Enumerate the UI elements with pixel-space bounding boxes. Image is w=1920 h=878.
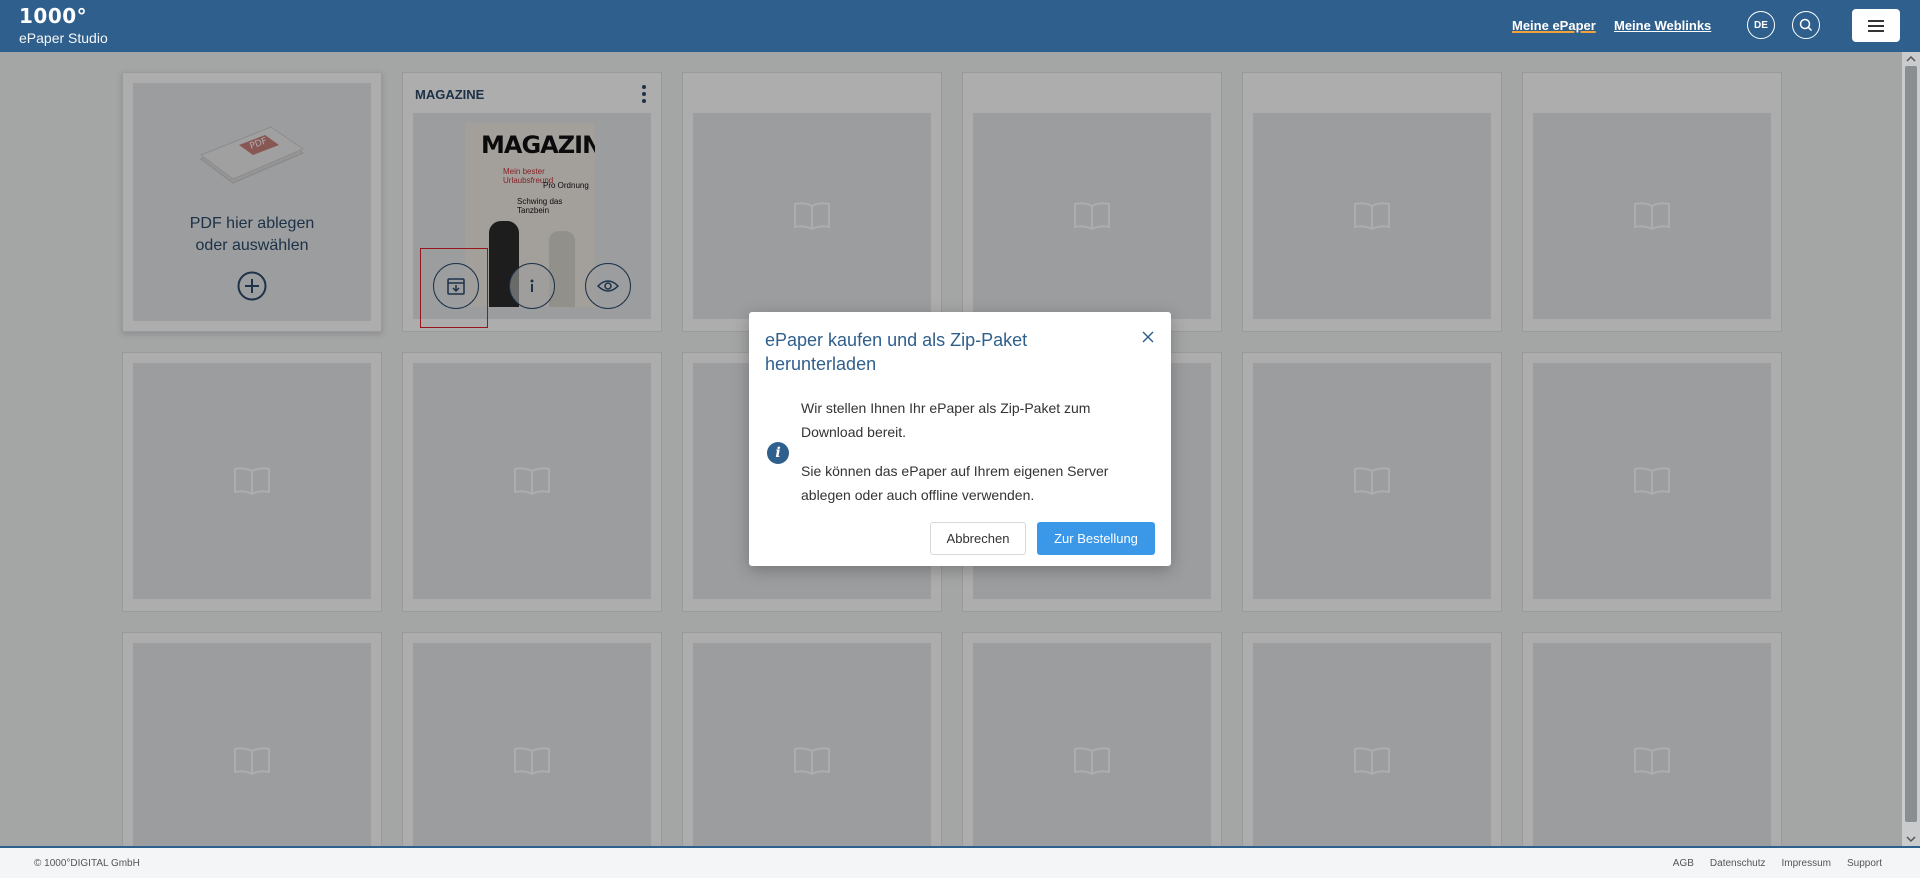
menu-button[interactable]: [1852, 9, 1900, 42]
logo-subtitle: ePaper Studio: [19, 30, 108, 46]
footer-link-agb[interactable]: AGB: [1673, 858, 1694, 869]
app-footer: © 1000°DIGITAL GmbH AGB Datenschutz Impr…: [0, 846, 1920, 878]
hamburger-icon: [1868, 19, 1884, 32]
dialog-text: Wir stellen Ihnen Ihr ePaper als Zip-Pak…: [801, 400, 1091, 440]
logo-mark: 1000°: [19, 4, 88, 28]
footer-link-datenschutz[interactable]: Datenschutz: [1710, 858, 1766, 869]
scrollbar-thumb[interactable]: [1905, 66, 1917, 822]
footer-copyright: © 1000°DIGITAL GmbH: [34, 858, 140, 869]
app-logo[interactable]: 1000° ePaper Studio: [19, 6, 108, 46]
dialog-title: ePaper kaufen und als Zip-Paket herunter…: [765, 330, 1028, 374]
footer-link-support[interactable]: Support: [1847, 858, 1882, 869]
page-scrollbar[interactable]: [1902, 52, 1920, 846]
nav-meine-weblinks[interactable]: Meine Weblinks: [1614, 18, 1711, 33]
footer-links: AGB Datenschutz Impressum Support: [1673, 858, 1882, 869]
scroll-down-icon[interactable]: [1904, 834, 1918, 844]
cancel-button[interactable]: Abbrechen: [930, 522, 1026, 555]
search-button[interactable]: [1792, 11, 1820, 39]
search-icon: [1799, 18, 1813, 32]
buy-zip-dialog: ePaper kaufen und als Zip-Paket herunter…: [749, 312, 1171, 566]
close-icon[interactable]: [1141, 330, 1155, 344]
info-icon: i: [767, 442, 789, 464]
language-button[interactable]: DE: [1747, 11, 1775, 39]
app-header: 1000° ePaper Studio Meine ePaper Meine W…: [0, 0, 1920, 52]
footer-link-impressum[interactable]: Impressum: [1782, 858, 1831, 869]
dialog-text: Sie können das ePaper auf Ihrem eigenen …: [801, 463, 1109, 503]
nav-meine-epaper[interactable]: Meine ePaper: [1512, 18, 1596, 33]
scroll-up-icon[interactable]: [1904, 54, 1918, 64]
order-button[interactable]: Zur Bestellung: [1037, 522, 1155, 555]
